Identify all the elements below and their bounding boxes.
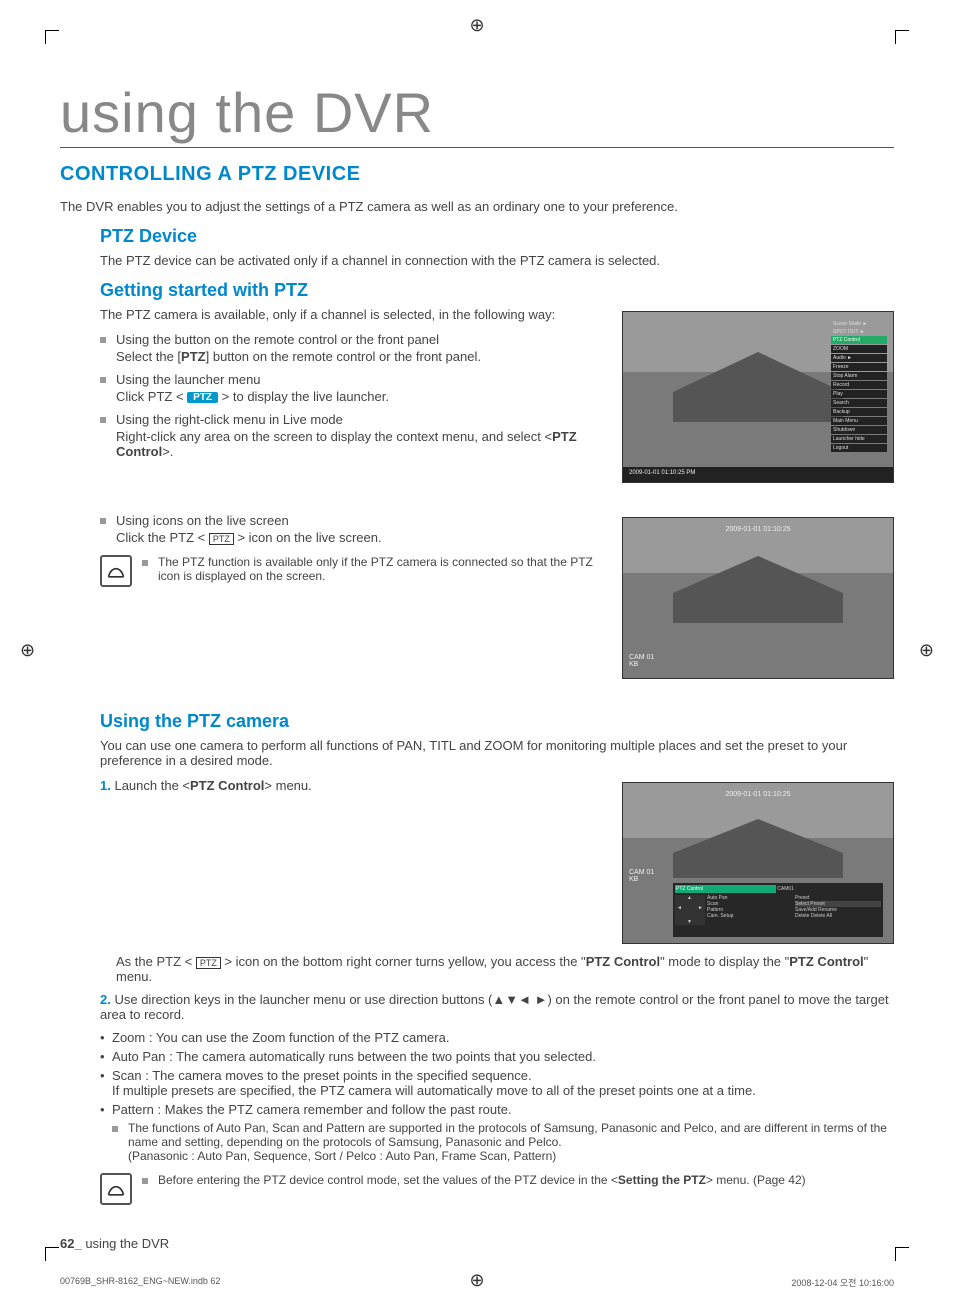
- item-body: > to display the live launcher.: [218, 389, 389, 404]
- registration-mark-right-icon: ⊕: [919, 640, 934, 661]
- print-date: 2008-12-04 오전 10:16:00: [791, 1276, 894, 1289]
- note-icon: [100, 555, 132, 587]
- bullet-scan: Scan : The camera moves to the preset po…: [100, 1068, 894, 1098]
- ptz-btn: Delete: [795, 913, 809, 919]
- menu-item: Freeze: [831, 363, 887, 371]
- footer-text: using the DVR: [85, 1236, 169, 1251]
- item-title: Using the launcher menu: [116, 372, 261, 387]
- page-number: 62_: [60, 1236, 82, 1251]
- note-text: The PTZ function is available only if th…: [142, 555, 608, 583]
- cam-label: CAM 01: [629, 869, 654, 876]
- final-note: Before entering the PTZ device control m…: [142, 1173, 806, 1187]
- list-item: Using the button on the remote control o…: [100, 332, 894, 364]
- note-icon: [100, 1173, 132, 1205]
- list-item: Using icons on the live screen Click the…: [100, 513, 894, 545]
- bullet-autopan: Auto Pan : The camera automatically runs…: [100, 1049, 894, 1064]
- cam-sublabel: KB: [629, 661, 654, 668]
- ptz-small-icon: PTZ: [196, 957, 221, 969]
- screenshot-ptz-control-panel: 2009-01-01 01:10:25 CAM 01 KB PTZ Contro…: [622, 782, 894, 944]
- pattern-note: The functions of Auto Pan, Scan and Patt…: [112, 1121, 894, 1163]
- crop-mark-icon: [895, 1247, 909, 1261]
- bullet-zoom: Zoom : You can use the Zoom function of …: [100, 1030, 894, 1045]
- print-file: 00769B_SHR-8162_ENG~NEW.indb 62: [60, 1276, 220, 1289]
- direction-arrows-icon: ▲▼◄ ►: [492, 992, 547, 1007]
- ptz-btn: Delete All: [811, 913, 832, 919]
- item-body: Right-click any area on the screen to di…: [116, 429, 552, 444]
- crop-mark-icon: [45, 30, 59, 44]
- menu-scene-mode: Scene Mode ►: [831, 320, 887, 328]
- crop-mark-icon: [895, 30, 909, 44]
- item-title: Using the right-click menu in Live mode: [116, 412, 343, 427]
- getting-started-heading: Getting started with PTZ: [100, 280, 894, 301]
- ptz-panel-cam: CAM01: [777, 886, 794, 892]
- ptz-panel-item: Cam. Setup: [707, 913, 793, 919]
- screenshot-timestamp: 2009-01-01 01:10:25 PM: [629, 470, 695, 476]
- ptz-badge-icon: PTZ: [187, 392, 218, 403]
- using-camera-desc: You can use one camera to perform all fu…: [100, 738, 894, 768]
- item-body: Click PTZ <: [116, 389, 187, 404]
- screenshot-timestamp: 2009-01-01 01:10:25: [726, 791, 791, 798]
- item-body: Select the [: [116, 349, 181, 364]
- list-item: Using the launcher menu Click PTZ < PTZ …: [100, 372, 894, 404]
- step-2: 2. Use direction keys in the launcher me…: [100, 992, 894, 1022]
- crop-mark-icon: [45, 1247, 59, 1261]
- item-body: >.: [162, 444, 173, 459]
- registration-mark-top-icon: ⊕: [469, 15, 484, 36]
- item-title: Using the button on the remote control o…: [116, 332, 439, 347]
- section-heading: CONTROLLING A PTZ DEVICE: [60, 163, 894, 186]
- page-title: using the DVR: [60, 80, 894, 148]
- ptz-panel-title: PTZ Control: [675, 885, 776, 893]
- cam-sublabel: KB: [629, 876, 654, 883]
- scan-extra-text: If multiple presets are specified, the P…: [112, 1083, 756, 1098]
- ptz-device-desc: The PTZ device can be activated only if …: [100, 253, 894, 268]
- intro-text: The DVR enables you to adjust the settin…: [60, 199, 894, 214]
- item-title: Using icons on the live screen: [116, 513, 289, 528]
- list-item: Using the right-click menu in Live mode …: [100, 412, 894, 459]
- bullet-pattern: Pattern : Makes the PTZ camera remember …: [100, 1102, 894, 1163]
- using-camera-heading: Using the PTZ camera: [100, 711, 894, 732]
- item-bold: PTZ: [181, 349, 206, 364]
- registration-mark-left-icon: ⊕: [20, 640, 35, 661]
- cam-label: CAM 01: [629, 654, 654, 661]
- item-body: Click the PTZ <: [116, 530, 209, 545]
- ptz-small-icon: PTZ: [209, 533, 234, 545]
- item-body: > icon on the live screen.: [234, 530, 382, 545]
- ptz-device-heading: PTZ Device: [100, 226, 894, 247]
- item-body: ] button on the remote control or the fr…: [206, 349, 481, 364]
